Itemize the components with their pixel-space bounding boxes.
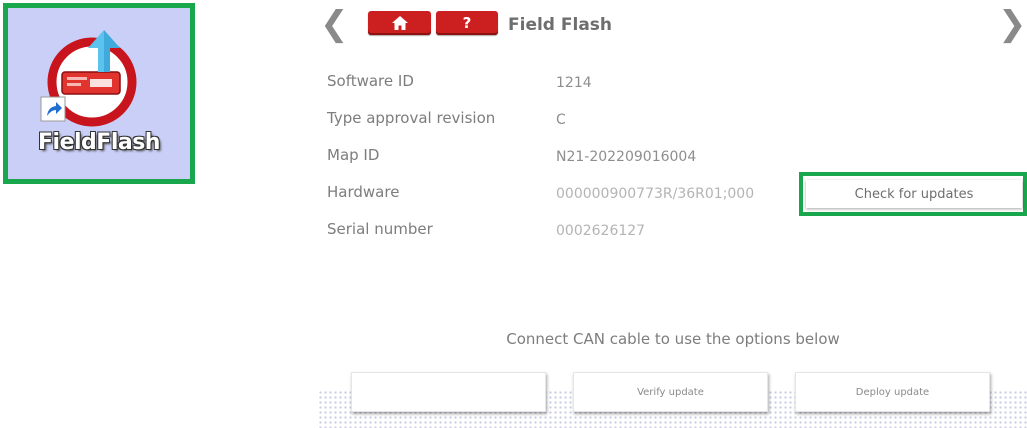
info-label: Type approval revision — [327, 109, 496, 127]
info-row-hardware: Hardware 000000900773R/36R01;000 — [327, 183, 797, 207]
info-value: N21-202209016004 — [556, 149, 697, 165]
help-button[interactable]: ? — [436, 11, 498, 35]
can-cable-notice: Connect CAN cable to use the options bel… — [506, 330, 840, 348]
info-value: C — [556, 112, 566, 128]
field-flash-window: ❮ ❯ ? Field Flash Software ID 1214 Type … — [318, 0, 1027, 428]
info-label: Serial number — [327, 220, 433, 238]
chevron-left-icon[interactable]: ❮ — [320, 6, 349, 42]
info-row-software-id: Software ID 1214 — [327, 72, 797, 96]
page-title: Field Flash — [508, 15, 613, 35]
info-value: 0002626127 — [556, 223, 646, 239]
info-value: 1214 — [556, 75, 592, 91]
question-icon: ? — [462, 14, 472, 32]
deploy-update-button[interactable]: Deploy update — [795, 372, 990, 412]
info-label: Hardware — [327, 183, 400, 201]
shortcut-label: FieldFlash — [38, 130, 160, 155]
verify-update-button[interactable]: Verify update — [573, 372, 768, 412]
shortcut-arrow-icon — [40, 96, 66, 122]
home-icon — [391, 16, 408, 30]
info-label: Map ID — [327, 146, 380, 164]
info-row-serial-number: Serial number 0002626127 — [327, 220, 797, 244]
info-value: 000000900773R/36R01;000 — [556, 186, 755, 202]
info-row-map-id: Map ID N21-202209016004 — [327, 146, 797, 170]
info-row-type-approval-revision: Type approval revision C — [327, 109, 797, 133]
check-for-updates-highlight: Check for updates — [799, 172, 1027, 216]
check-for-updates-button[interactable]: Check for updates — [806, 180, 1022, 208]
action-button-blank[interactable] — [351, 372, 546, 412]
home-button[interactable] — [368, 11, 431, 35]
chevron-right-icon[interactable]: ❯ — [998, 6, 1027, 42]
shortcut-selection-background: FieldFlash — [8, 8, 190, 179]
fieldflash-desktop-shortcut[interactable]: FieldFlash — [3, 3, 195, 184]
info-label: Software ID — [327, 72, 414, 90]
